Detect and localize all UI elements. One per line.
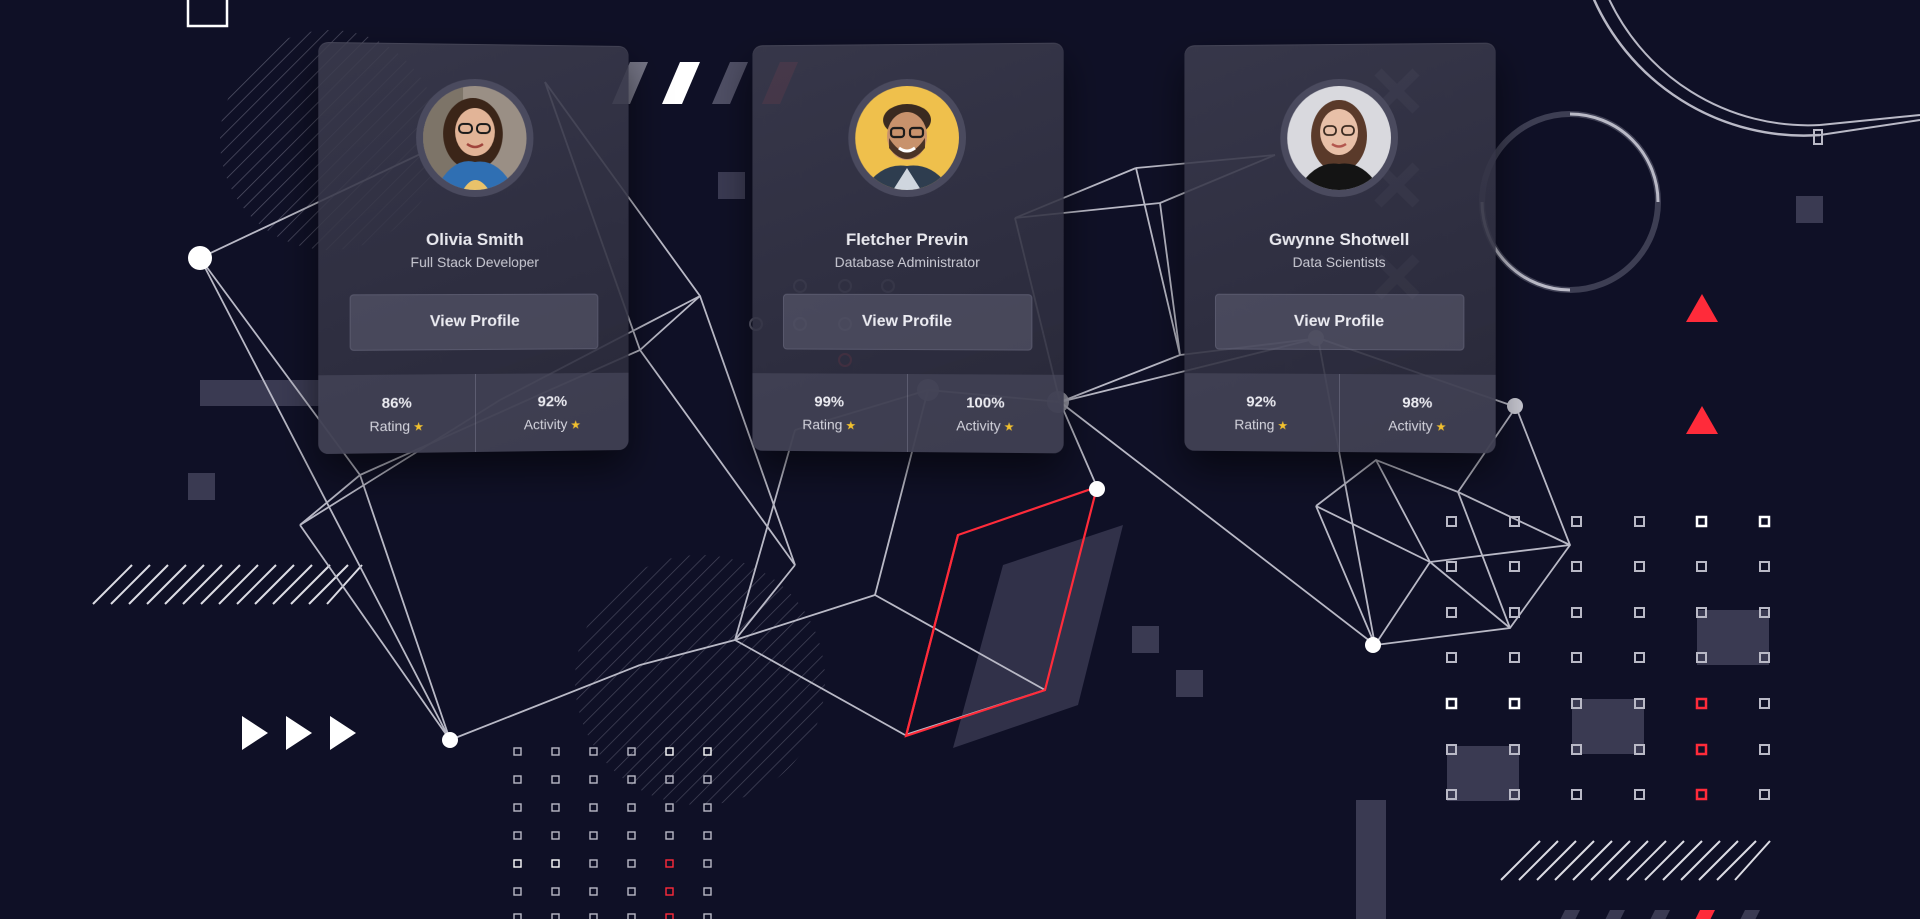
profile-name: Fletcher Previn (845, 229, 969, 250)
stat-rating: 99% Rating ★ (752, 373, 906, 452)
profile-card: Fletcher Previn Database Administrator V… (752, 42, 1064, 454)
stat-rating-label: Rating (369, 417, 411, 434)
profile-stats: 92% Rating ★ 98% Activity ★ (1184, 373, 1496, 454)
view-profile-button[interactable]: View Profile (1214, 293, 1465, 351)
stat-rating-label: Rating (1234, 415, 1275, 432)
avatar[interactable] (423, 85, 527, 191)
stat-activity-value: 92% (537, 392, 568, 410)
star-icon: ★ (845, 418, 857, 433)
profile-role: Database Administrator (834, 253, 980, 271)
avatar-frame (848, 78, 967, 198)
profile-stats: 86% Rating ★ 92% Activity ★ (318, 372, 629, 455)
stat-rating-value: 92% (1246, 392, 1277, 411)
star-icon: ★ (570, 417, 581, 432)
profile-card: Gwynne Shotwell Data Scientists View Pro… (1184, 42, 1496, 454)
profile-name: Gwynne Shotwell (1269, 229, 1410, 250)
stat-rating-value: 86% (381, 394, 412, 412)
stat-activity: 92% Activity ★ (474, 372, 629, 453)
stat-rating-value: 99% (814, 392, 845, 411)
stat-activity-value: 100% (966, 393, 1005, 412)
star-icon: ★ (1277, 418, 1289, 433)
stat-rating: 86% Rating ★ (318, 374, 474, 454)
star-icon: ★ (1435, 419, 1447, 434)
stat-activity-value: 98% (1402, 393, 1433, 412)
profile-role: Full Stack Developer (410, 253, 539, 271)
stat-activity: 100% Activity ★ (906, 373, 1064, 454)
profile-card: Olivia Smith Full Stack Developer View P… (318, 41, 629, 455)
avatar[interactable] (855, 85, 959, 191)
view-profile-button[interactable]: View Profile (349, 293, 599, 351)
stat-activity-label: Activity (523, 415, 568, 432)
profile-role: Data Scientists (1292, 253, 1386, 271)
stat-activity-label: Activity (1388, 416, 1433, 434)
avatar-frame (416, 78, 534, 198)
view-profile-button[interactable]: View Profile (782, 293, 1033, 351)
stat-rating-label: Rating (802, 415, 843, 432)
stat-rating: 92% Rating ★ (1184, 373, 1338, 452)
avatar-frame (1280, 78, 1399, 198)
stat-activity: 98% Activity ★ (1338, 373, 1496, 454)
profile-name: Olivia Smith (425, 229, 524, 250)
star-icon: ★ (1003, 419, 1015, 434)
avatar[interactable] (1287, 85, 1391, 191)
stat-activity-label: Activity (956, 416, 1001, 434)
star-icon: ★ (413, 419, 424, 434)
profile-stats: 99% Rating ★ 100% Activity ★ (752, 373, 1064, 454)
